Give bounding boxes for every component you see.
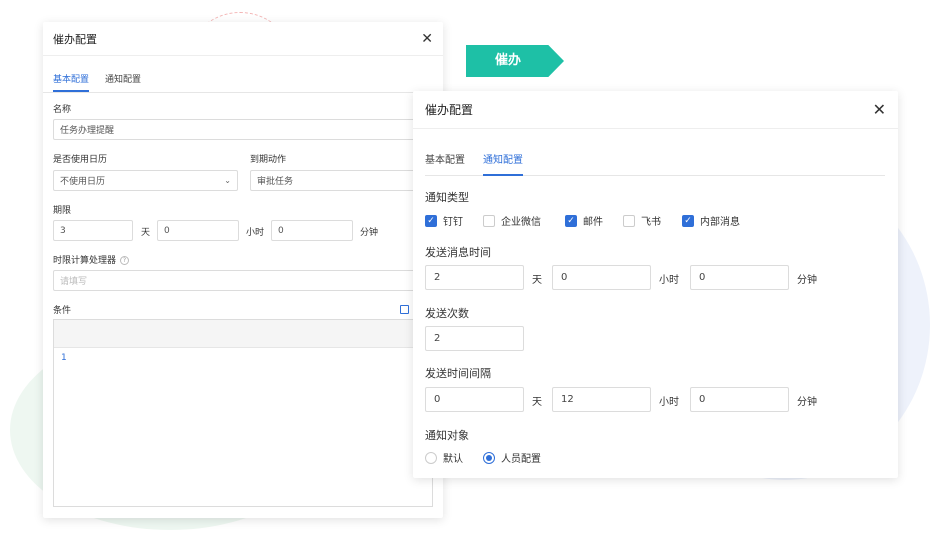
handler-label-text: 时限计算处理器 [53, 256, 117, 266]
check-icon: ✓ [682, 214, 694, 227]
edit-icon[interactable] [400, 305, 409, 314]
close-icon[interactable]: ✕ [873, 100, 886, 119]
send-count-input[interactable]: 2 [425, 326, 524, 351]
calendar-select[interactable]: 不使用日历 ⌄ [53, 170, 238, 191]
target-label: 通知对象 [425, 429, 469, 442]
dialog-title: 催办配置 [53, 32, 97, 46]
checkbox-email[interactable]: ✓ 邮件 [565, 213, 603, 228]
interval-day-input[interactable]: 0 [425, 387, 524, 412]
checkbox-label: 邮件 [583, 217, 603, 228]
checkbox-feishu[interactable]: 飞书 [623, 213, 661, 228]
checkbox-label: 内部消息 [700, 217, 740, 228]
check-icon: ✓ [565, 214, 577, 227]
unit-hour: 小时 [659, 397, 679, 408]
checkbox-dingtalk[interactable]: ✓ 钉钉 [425, 213, 463, 228]
send-time-hour-input[interactable]: 0 [552, 265, 651, 290]
editor-line-number: 1 [61, 353, 67, 363]
name-input[interactable]: 任务办理提醒 [53, 119, 433, 140]
interval-label: 发送时间间隔 [425, 367, 491, 380]
unit-hour: 小时 [246, 228, 265, 238]
action-select[interactable]: 审批任务 [250, 170, 433, 191]
right-config-dialog: 催办配置 ✕ 基本配置 通知配置 通知类型 ✓ 钉钉 企业微信 ✓ 邮件 飞书 ✓ 内… [413, 91, 898, 478]
tab-bar: 基本配置 通知配置 [425, 151, 885, 176]
radio-personnel[interactable]: 人员配置 [483, 450, 541, 465]
tab-basic[interactable]: 基本配置 [425, 151, 465, 175]
tab-notify[interactable]: 通知配置 [105, 70, 141, 92]
calendar-label: 是否使用日历 [53, 155, 108, 165]
checkbox-label: 飞书 [641, 217, 661, 228]
left-config-dialog: 催办配置 ✕ 基本配置 通知配置 名称 任务办理提醒 是否使用日历 不使用日历 … [43, 22, 443, 518]
dialog-title: 催办配置 [425, 103, 474, 117]
editor-toolbar [54, 320, 432, 348]
action-label: 到期动作 [250, 155, 287, 165]
notify-type-label: 通知类型 [425, 191, 469, 204]
radio-default[interactable]: 默认 [425, 450, 463, 465]
radio-label: 人员配置 [501, 454, 541, 465]
interval-min-input[interactable]: 0 [690, 387, 789, 412]
condition-label: 条件 [53, 306, 72, 316]
checkbox-wecom[interactable]: 企业微信 [483, 213, 541, 228]
unit-min: 分钟 [797, 275, 817, 286]
checkbox-label: 钉钉 [443, 217, 463, 228]
unit-day: 天 [141, 228, 151, 238]
handler-input[interactable]: 请填写 [53, 270, 433, 291]
radio-icon [425, 451, 437, 464]
unit-hour: 小时 [659, 275, 679, 286]
name-label: 名称 [53, 105, 72, 115]
calendar-select-value: 不使用日历 [60, 177, 106, 187]
unit-min: 分钟 [360, 228, 379, 238]
dialog-header: 催办配置 ✕ [43, 22, 443, 56]
checkbox-label: 企业微信 [501, 217, 541, 228]
close-icon[interactable]: ✕ [421, 31, 433, 47]
unit-day: 天 [532, 397, 542, 408]
tab-bar: 基本配置 通知配置 [43, 70, 443, 93]
condition-editor[interactable]: 1 [53, 319, 433, 507]
send-count-label: 发送次数 [425, 307, 469, 320]
unit-day: 天 [532, 275, 542, 286]
send-time-label: 发送消息时间 [425, 246, 491, 259]
check-icon: ✓ [425, 214, 437, 227]
period-label: 期限 [53, 206, 72, 216]
tab-basic[interactable]: 基本配置 [53, 70, 90, 92]
period-hour-input[interactable]: 0 [157, 220, 239, 241]
checkbox-empty [623, 214, 635, 227]
tab-notify[interactable]: 通知配置 [483, 151, 523, 176]
dialog-header: 催办配置 ✕ [413, 91, 898, 129]
chevron-down-icon: ⌄ [224, 176, 231, 185]
unit-min: 分钟 [797, 397, 817, 408]
send-time-min-input[interactable]: 0 [690, 265, 789, 290]
checkbox-internal[interactable]: ✓ 内部消息 [682, 213, 740, 228]
radio-label: 默认 [443, 454, 463, 465]
send-time-day-input[interactable]: 2 [425, 265, 524, 290]
help-icon[interactable]: ? [120, 256, 130, 265]
badge-text: 催办 [494, 53, 521, 68]
urge-badge: 催办 [466, 45, 564, 77]
interval-hour-input[interactable]: 12 [552, 387, 651, 412]
period-day-input[interactable]: 3 [53, 220, 133, 241]
checkbox-empty [483, 214, 495, 227]
period-min-input[interactable]: 0 [271, 220, 353, 241]
handler-label: 时限计算处理器? [53, 253, 130, 266]
radio-selected-icon [483, 451, 495, 464]
